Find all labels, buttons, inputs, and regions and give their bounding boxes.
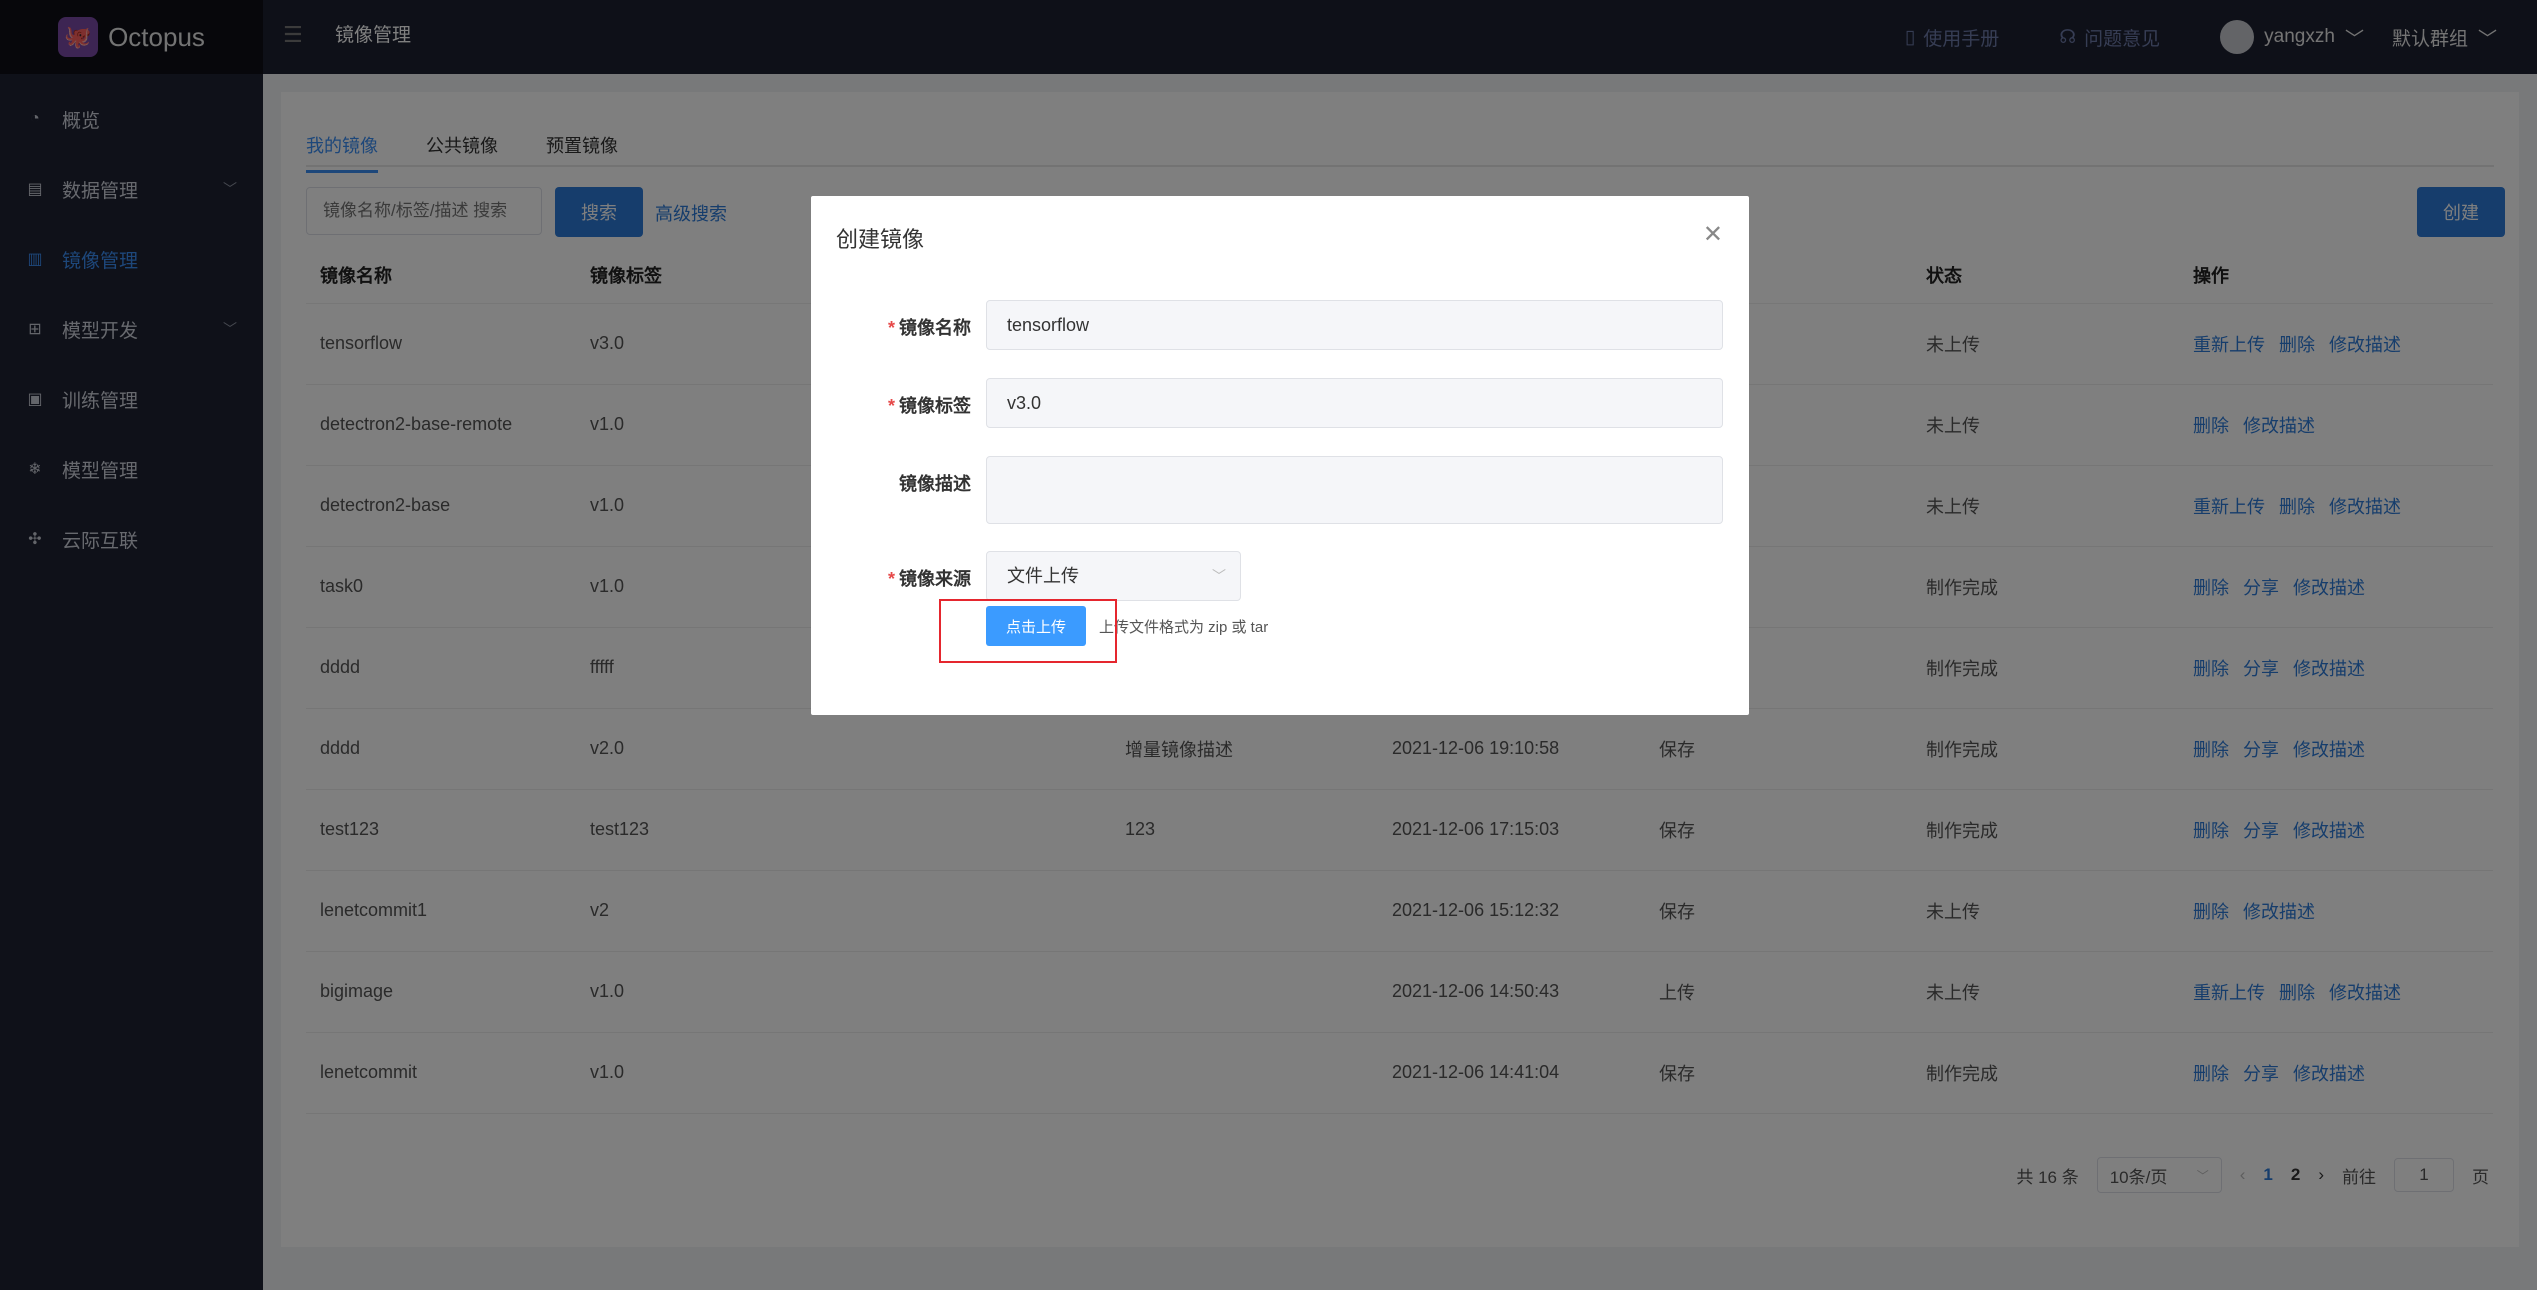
name-label-text: 镜像名称 [899, 318, 971, 338]
desc-label-text: 镜像描述 [899, 474, 971, 494]
source-label-text: 镜像来源 [899, 569, 971, 589]
required-mark: * [887, 318, 895, 338]
required-mark: * [887, 396, 895, 416]
image-desc-textarea[interactable] [986, 456, 1723, 524]
app-root: 🐙 Octopus ◔ 概览 ▤ 数据管理 ﹀ ▥ 镜像管理 ⊞ 模型开发 ﹀ [0, 0, 2537, 1290]
tag-label: * 镜像标签 [811, 392, 971, 418]
image-name-input[interactable]: tensorflow [986, 300, 1723, 350]
source-value: 文件上传 [1007, 566, 1079, 586]
source-label: * 镜像来源 [811, 565, 971, 591]
required-mark: * [887, 569, 895, 589]
highlight-box [939, 599, 1117, 663]
upload-hint: 上传文件格式为 zip 或 tar [1099, 619, 1269, 636]
source-row: * 镜像来源 文件上传 ﹀ [811, 551, 1749, 601]
name-label: * 镜像名称 [811, 314, 971, 340]
name-row: * 镜像名称 tensorflow [811, 300, 1749, 350]
close-icon[interactable]: ✕ [1703, 220, 1723, 249]
desc-label: 镜像描述 [811, 470, 971, 496]
image-tag-input[interactable]: v3.0 [986, 378, 1723, 428]
desc-row: 镜像描述 [811, 456, 1749, 524]
image-source-select[interactable]: 文件上传 ﹀ [986, 551, 1241, 601]
dialog-title: 创建镜像 [836, 227, 925, 252]
tag-row: * 镜像标签 v3.0 [811, 378, 1749, 428]
tag-label-text: 镜像标签 [899, 396, 971, 416]
chevron-down-icon: ﹀ [1212, 568, 1226, 584]
